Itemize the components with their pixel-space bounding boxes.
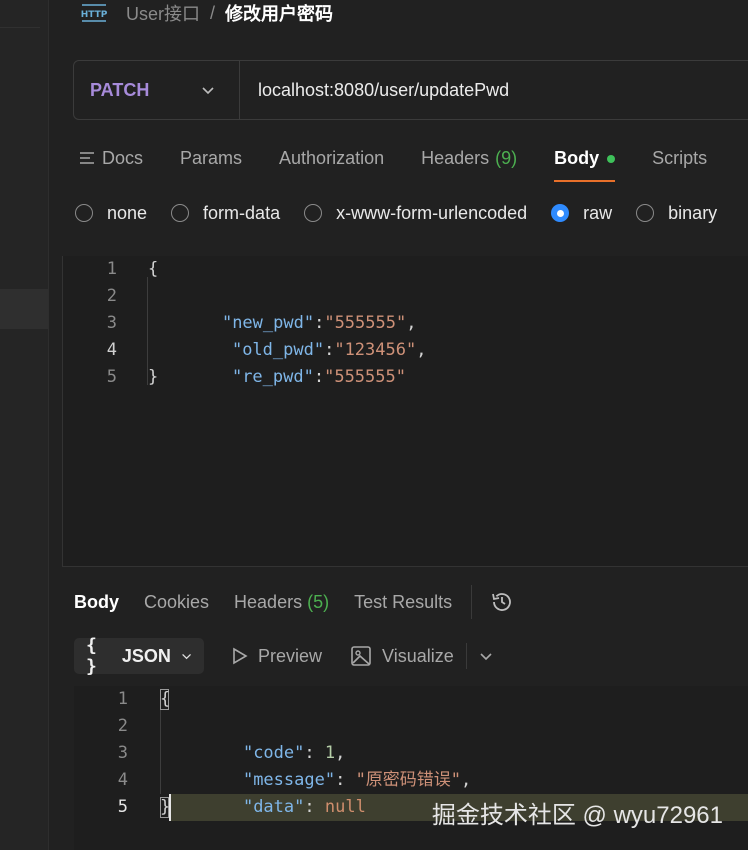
radio-icon[interactable] [636,204,655,222]
request-body-editor[interactable]: 1 2 3 4 5 { "new_pwd":"555555", "old_pwd… [62,256,748,567]
line-number: 1 [106,259,117,279]
tab-body[interactable]: Body [554,138,616,184]
radio-selected-icon[interactable] [551,204,570,222]
watermark: 掘金技术社区 @ wyu72961 [431,802,723,829]
request-tabs: Docs Params Authorization Headers (9) Bo… [78,138,744,184]
image-icon [351,646,371,666]
body-type-label: form-data [203,202,281,223]
play-icon [233,647,248,665]
tab-body-label: Body [554,148,600,168]
tab-authorization-label: Authorization [279,148,385,168]
docs-icon [80,152,94,164]
indent-guide [160,710,161,794]
response-toolbar: { } JSON Preview Visualize [74,635,493,677]
method-label: PATCH [90,79,150,100]
json-key: "data" [242,797,305,817]
tab-scripts-label: Scripts [652,148,708,168]
preview-button[interactable]: Preview [232,646,322,667]
line-number: 2 [106,286,117,306]
json-close-brace: } [148,367,159,387]
tab-divider [471,585,473,619]
line-number: 5 [106,367,117,387]
visualize-label: Visualize [382,645,454,666]
response-tab-headers[interactable]: Headers (5) [234,592,329,613]
http-icon: HTTP [81,4,108,22]
body-status-dot [607,155,616,163]
breadcrumb-parent[interactable]: User接口 [126,0,200,26]
body-type-raw[interactable]: raw [551,203,612,224]
tab-headers-label: Headers [421,148,490,168]
left-sidebar [0,0,49,850]
history-icon[interactable] [490,590,514,614]
json-value: "原密码错误" [355,770,462,790]
breadcrumb-separator: / [210,2,216,23]
chevron-down-icon[interactable] [479,649,493,663]
line-number: 2 [117,716,128,736]
response-tab-body[interactable]: Body [74,592,119,613]
response-tab-test-results[interactable]: Test Results [354,592,452,613]
radio-icon[interactable] [171,204,190,222]
line-number: 1 [117,689,128,709]
json-open-brace: { [160,689,171,709]
response-tabs: Body Cookies Headers (5) Test Results [74,585,514,619]
line-number: 4 [117,770,128,790]
method-select[interactable]: PATCH [74,61,240,119]
body-type-label: x-www-form-urlencoded [336,202,528,223]
tab-params-label: Params [180,148,243,168]
braces-icon: { } [86,635,97,677]
body-type-options: none form-data x-www-form-urlencoded raw… [75,200,741,226]
body-type-urlencoded[interactable]: x-www-form-urlencoded [304,203,527,224]
json-line: "old_pwd":"123456", [231,340,427,360]
sidebar-selected-item[interactable] [0,289,48,329]
json-comma: , [416,340,427,360]
body-type-label: binary [668,202,718,223]
toolbar-divider [465,643,467,669]
tab-headers[interactable]: Headers (9) [421,138,517,184]
body-type-binary[interactable]: binary [636,203,717,224]
body-type-form-data[interactable]: form-data [171,203,280,224]
json-line: "re_pwd":"555555" [231,367,406,387]
json-value: null [324,797,366,817]
radio-icon[interactable] [75,204,93,222]
body-type-label: none [107,202,148,223]
json-line: "data": null [242,797,366,817]
request-url-bar: PATCH localhost:8080/user/updatePwd [73,60,748,120]
response-tab-headers-count: (5) [307,591,330,612]
json-key: "re_pwd" [231,367,314,387]
json-line: "new_pwd":"555555", [221,313,417,333]
json-line: "message": "原密码错误", [242,770,472,790]
json-close-brace: } [160,797,171,817]
url-input[interactable]: localhost:8080/user/updatePwd [240,80,509,101]
json-line: "code": 1, [242,743,346,763]
tab-docs-label: Docs [102,148,144,168]
preview-label: Preview [258,645,323,666]
tab-docs[interactable]: Docs [78,138,143,184]
body-type-none[interactable]: none [75,203,147,224]
body-type-label: raw [583,202,613,223]
line-number: 5 [117,797,128,817]
format-select[interactable]: { } JSON [74,635,204,677]
visualize-button[interactable]: Visualize [350,645,454,667]
tab-authorization[interactable]: Authorization [279,138,384,184]
format-label: JSON [121,645,171,666]
chevron-down-icon [202,87,214,95]
sidebar-divider [0,27,40,28]
breadcrumb: HTTP User接口 / 修改用户密码 [80,0,333,26]
line-number: 4 [106,340,117,360]
tab-params[interactable]: Params [180,138,242,184]
line-number: 3 [106,313,117,333]
http-icon-text: HTTP [81,10,108,20]
tab-scripts[interactable]: Scripts [652,138,707,184]
tab-headers-count: (9) [495,148,518,168]
page-title[interactable]: 修改用户密码 [225,0,333,26]
response-tab-cookies[interactable]: Cookies [144,592,209,613]
chevron-down-icon [182,653,191,660]
response-tab-headers-label: Headers [234,591,303,612]
line-number: 3 [117,743,128,763]
json-open-brace: { [148,259,159,279]
radio-icon[interactable] [304,204,323,222]
json-value: "555555" [324,367,406,387]
